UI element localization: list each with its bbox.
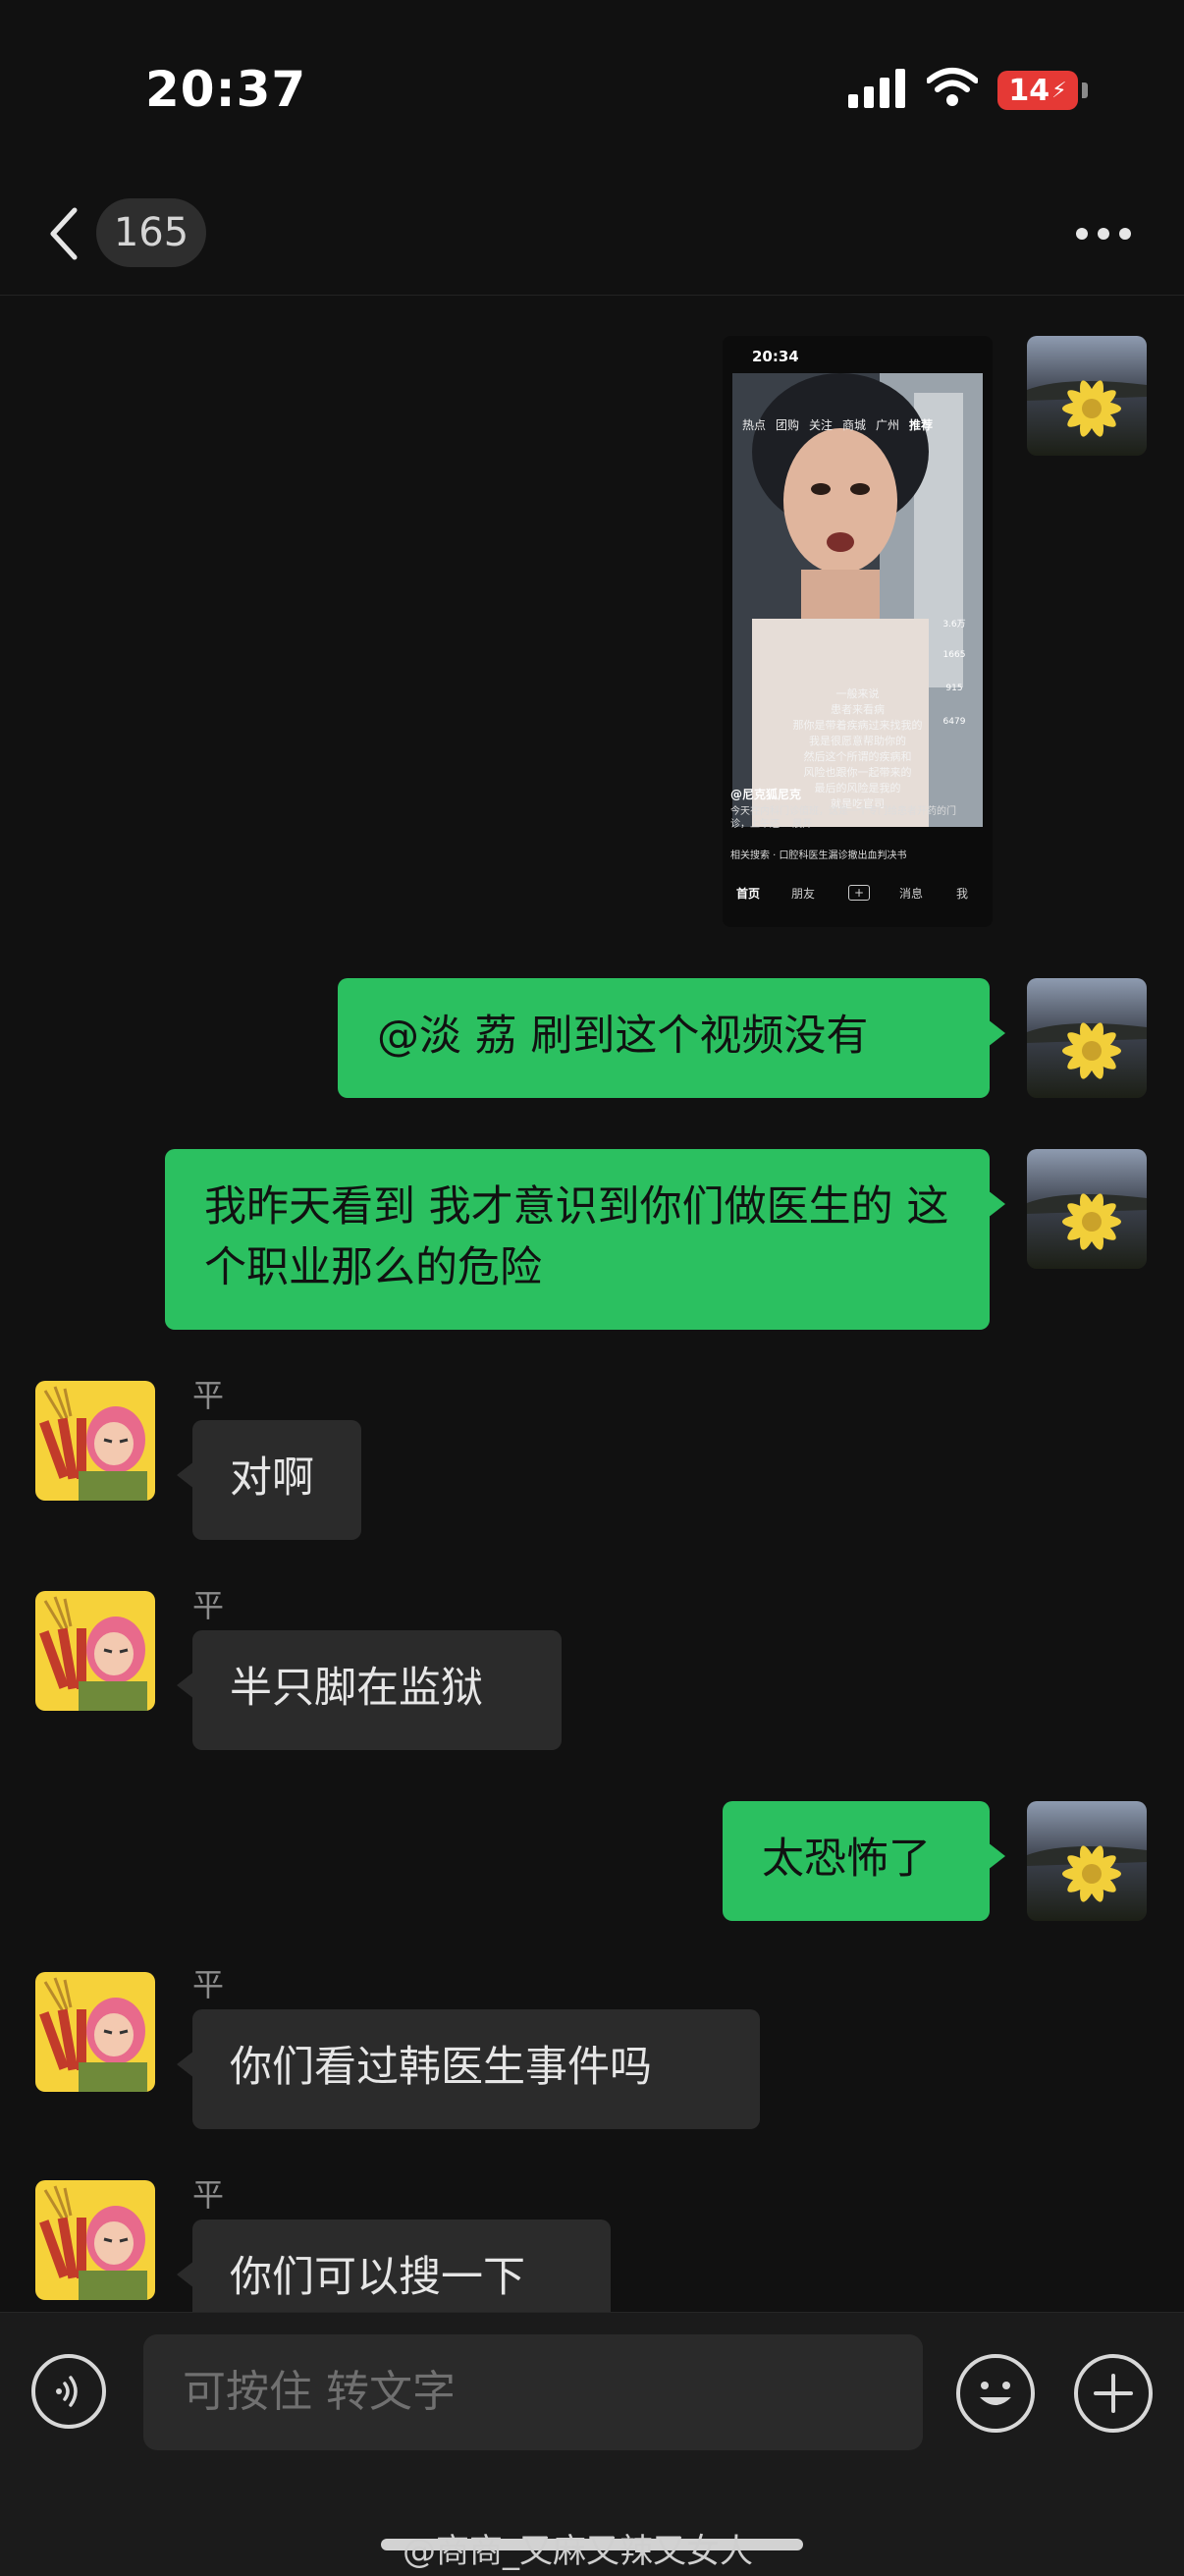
message-text: 你们可以搜一下 — [230, 2253, 525, 2302]
shot-comment-count: 1665 — [942, 650, 966, 660]
shot-share-count: 6479 — [942, 717, 966, 727]
shot-nav-home: 首页 — [736, 887, 761, 901]
shot-bottom-nav: 首页 朋友 + 消息 我 — [723, 881, 993, 910]
emoji-icon[interactable] — [956, 2354, 1035, 2433]
back-icon[interactable] — [45, 204, 81, 263]
battery-cap — [1082, 82, 1088, 98]
unread-count-badge[interactable]: 165 — [96, 198, 206, 267]
message-text: 对啊 — [230, 1453, 314, 1503]
shot-tab-4: 广州 — [876, 418, 900, 432]
watermark-text: @商商_又麻又辣又女人 — [403, 2532, 753, 2571]
shot-related-search: 相关搜索 · 口腔科医生漏诊撤出血判决书 — [730, 850, 907, 861]
message-text: 你们看过韩医生事件吗 — [230, 2043, 652, 2092]
signal-icon — [848, 69, 905, 108]
shot-author: @尼克狐尼克 — [730, 788, 802, 801]
battery-icon: 14 ⚡ — [997, 71, 1078, 110]
shot-like-count: 3.6万 — [942, 620, 966, 630]
plus-icon[interactable] — [1074, 2354, 1153, 2433]
shot-tab-1: 团购 — [776, 418, 800, 432]
shot-favorite-count: 915 — [945, 684, 963, 693]
message-bubble-sent[interactable]: @淡 荔 刷到这个视频没有 — [338, 978, 1005, 1098]
shot-tab-3: 商城 — [842, 418, 867, 432]
shared-image-message[interactable]: 20:34 热点 团购 关注 商城 广州 推荐 一般来说 患者来看病 那你是带着… — [723, 336, 993, 927]
shot-caption-5: 风险也跟你一起带来的 — [803, 766, 912, 779]
shot-nav-me: 我 — [956, 887, 969, 901]
shot-tab-5: 推荐 — [909, 418, 934, 432]
contact-avatar[interactable] — [35, 1591, 155, 1711]
sender-name: 平 — [192, 2176, 225, 2214]
voice-icon[interactable] — [31, 2354, 106, 2429]
my-avatar[interactable] — [1027, 1149, 1147, 1269]
shot-status-time: 20:34 — [752, 348, 799, 365]
status-bar: 20:37 14 ⚡ — [0, 0, 1184, 177]
message-text: @淡 荔 刷到这个视频没有 — [377, 1012, 869, 1061]
message-bubble-sent[interactable]: 我昨天看到 我才意识到你们做医生的 这个职业那么的危险 — [165, 1149, 1005, 1330]
my-avatar[interactable] — [1027, 336, 1147, 456]
my-avatar[interactable] — [1027, 978, 1147, 1098]
shot-tab-2: 关注 — [809, 418, 834, 432]
shot-description: 今天在内科门诊值班，这是一个专门给患者开药的门诊，上午还… 展开 — [730, 806, 956, 830]
wifi-icon — [927, 68, 978, 106]
sender-name: 平 — [192, 1377, 225, 1414]
contact-avatar[interactable] — [35, 1381, 155, 1501]
more-icon[interactable] — [1074, 226, 1133, 242]
shot-nav-messages: 消息 — [899, 887, 924, 901]
charging-icon: ⚡ — [1051, 78, 1067, 103]
status-time: 20:37 — [145, 61, 307, 118]
message-bubble-sent[interactable]: 太恐怖了 — [723, 1801, 1005, 1921]
my-avatar[interactable] — [1027, 1801, 1147, 1921]
shot-caption-4: 然后这个所谓的疾病和 — [803, 750, 912, 763]
message-input[interactable]: 可按住 转文字 — [143, 2334, 923, 2450]
shot-nav-add: + — [848, 885, 871, 901]
contact-avatar[interactable] — [35, 2180, 155, 2300]
message-text: 我昨天看到 我才意识到你们做医生的 这个职业那么的危险 — [204, 1182, 949, 1292]
battery-level: 14 — [1008, 73, 1050, 108]
chat-header: 165 — [0, 177, 1184, 296]
contact-avatar[interactable] — [35, 1972, 155, 2092]
shot-caption-1: 患者来看病 — [831, 703, 885, 716]
chat-title — [442, 206, 736, 255]
shot-video-frame: 热点 团购 关注 商城 广州 推荐 一般来说 患者来看病 那你是带着疾病过来找我… — [732, 373, 983, 827]
message-bubble-received[interactable]: 你们看过韩医生事件吗 — [177, 2009, 760, 2129]
message-bubble-received[interactable]: 对啊 — [177, 1420, 361, 1540]
sender-name: 平 — [192, 1966, 225, 2003]
message-text: 半只脚在监狱 — [230, 1664, 483, 1713]
sender-name: 平 — [192, 1587, 225, 1624]
shot-caption-3: 我是很愿意帮助你的 — [809, 735, 906, 747]
message-text: 太恐怖了 — [762, 1835, 931, 1884]
shot-nav-friends: 朋友 — [791, 887, 816, 901]
message-bubble-received[interactable]: 半只脚在监狱 — [177, 1630, 562, 1750]
shot-tab-0: 热点 — [742, 418, 767, 432]
